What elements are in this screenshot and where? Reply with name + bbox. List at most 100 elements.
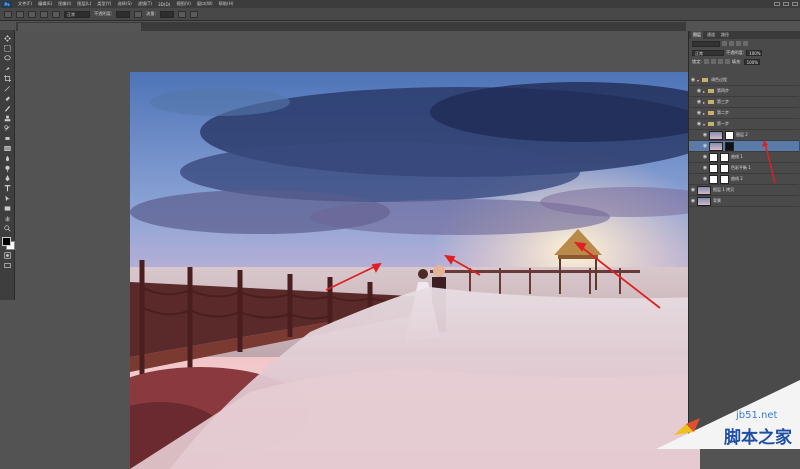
brush-tool-icon[interactable] xyxy=(3,104,12,112)
pressure-opacity-button[interactable] xyxy=(134,10,143,18)
lasso-tool-icon[interactable] xyxy=(3,54,12,62)
history-brush-tool-icon[interactable] xyxy=(3,124,12,132)
eraser-tool-icon[interactable] xyxy=(3,134,12,142)
lock-transparent-icon[interactable] xyxy=(703,59,709,64)
path-select-tool-icon[interactable] xyxy=(3,194,12,202)
screen-mode-icon[interactable] xyxy=(3,261,12,269)
layer-group-row[interactable]: ◉ ▾ 第一步 xyxy=(689,119,799,130)
brush-preset-button[interactable] xyxy=(16,10,24,18)
layer-name: 第三步 xyxy=(717,99,729,104)
hand-tool-icon[interactable] xyxy=(3,214,12,222)
blend-row: 正常 不透明度: 100% xyxy=(689,48,800,57)
lock-pixels-icon[interactable] xyxy=(710,59,716,64)
menu-layer[interactable]: 图层(L) xyxy=(74,1,94,7)
option-toggle-button[interactable] xyxy=(40,10,48,18)
color-swatches[interactable] xyxy=(1,237,15,250)
maximize-icon[interactable] xyxy=(783,2,789,6)
flow-input[interactable] xyxy=(159,10,174,18)
adjustment-layer-row[interactable]: ◉ 曲线 2 xyxy=(689,174,799,185)
menu-type[interactable]: 类型(Y) xyxy=(94,1,114,7)
visibility-eye-icon[interactable]: ◉ xyxy=(701,132,709,138)
option-toggle-button-2[interactable] xyxy=(52,10,60,18)
menu-file[interactable]: 文件(F) xyxy=(15,1,35,7)
brush-panel-button[interactable] xyxy=(28,10,36,18)
filter-adjust-icon[interactable] xyxy=(729,41,734,46)
visibility-eye-icon[interactable]: ◉ xyxy=(689,77,697,83)
lock-all-icon[interactable] xyxy=(724,59,730,64)
tool-preset-button[interactable] xyxy=(4,10,12,18)
marquee-tool-icon[interactable] xyxy=(3,44,12,52)
foreground-color-swatch[interactable] xyxy=(1,237,11,246)
menu-help[interactable]: 帮助(H) xyxy=(216,1,237,7)
menu-view[interactable]: 视图(V) xyxy=(173,1,194,7)
layer-group-row[interactable]: ◉ ▸ 第三步 xyxy=(689,97,799,108)
dodge-tool-icon[interactable] xyxy=(3,164,12,172)
visibility-eye-icon[interactable]: ◉ xyxy=(701,143,709,149)
layer-thumbnail xyxy=(697,196,711,206)
canvas-area[interactable] xyxy=(16,31,700,469)
visibility-eye-icon[interactable]: ◉ xyxy=(701,165,709,171)
opacity-input[interactable] xyxy=(116,10,131,18)
clone-stamp-tool-icon[interactable] xyxy=(3,114,12,122)
close-icon[interactable] xyxy=(792,2,798,6)
menu-filter[interactable]: 滤镜(T) xyxy=(135,1,155,7)
visibility-eye-icon[interactable]: ◉ xyxy=(695,88,703,94)
layer-row-selected[interactable]: ◉ xyxy=(689,141,799,152)
layer-mask-thumbnail[interactable] xyxy=(720,174,729,184)
tab-layers[interactable]: 图层 xyxy=(691,31,703,39)
layer-mask-thumbnail[interactable] xyxy=(720,163,729,173)
layer-thumbnail xyxy=(697,185,711,195)
shape-tool-icon[interactable] xyxy=(3,204,12,212)
visibility-eye-icon[interactable]: ◉ xyxy=(689,198,697,204)
pressure-size-button[interactable] xyxy=(189,10,198,18)
layer-filter-select[interactable] xyxy=(692,40,720,47)
quick-mask-icon[interactable] xyxy=(3,251,12,259)
blend-mode-select[interactable]: 正常 xyxy=(64,10,90,18)
zoom-tool-icon[interactable] xyxy=(3,224,12,232)
layer-mask-thumbnail[interactable] xyxy=(725,141,734,151)
filter-pixel-icon[interactable] xyxy=(722,41,727,46)
tab-paths[interactable]: 路径 xyxy=(719,31,731,39)
layer-group-row[interactable]: ◉ ▸ 第四步 xyxy=(689,86,799,97)
menu-select[interactable]: 选择(S) xyxy=(114,1,134,7)
adjustment-layer-row[interactable]: ◉ 曲线 1 xyxy=(689,152,799,163)
filter-type-icon[interactable] xyxy=(736,41,741,46)
minimize-icon[interactable] xyxy=(774,2,780,6)
adjustment-layer-row[interactable]: ◉ 色彩平衡 1 xyxy=(689,163,799,174)
airbrush-button[interactable] xyxy=(177,10,186,18)
fill-input[interactable]: 100% xyxy=(743,58,760,65)
pen-tool-icon[interactable] xyxy=(3,174,12,182)
menu-3d[interactable]: 3D(D) xyxy=(155,2,173,7)
blur-tool-icon[interactable] xyxy=(3,154,12,162)
visibility-eye-icon[interactable]: ◉ xyxy=(695,121,703,127)
layer-mask-thumbnail[interactable] xyxy=(720,152,729,162)
visibility-eye-icon[interactable]: ◉ xyxy=(695,99,703,105)
gradient-tool-icon[interactable] xyxy=(3,144,12,152)
visibility-eye-icon[interactable]: ◉ xyxy=(701,154,709,160)
visibility-eye-icon[interactable]: ◉ xyxy=(689,187,697,193)
healing-brush-tool-icon[interactable] xyxy=(3,94,12,102)
layer-group-row[interactable]: ◉ ▾ 调色过程 xyxy=(689,75,799,86)
lock-position-icon[interactable] xyxy=(717,59,723,64)
layer-mask-thumbnail[interactable] xyxy=(725,130,734,140)
quick-select-tool-icon[interactable] xyxy=(3,64,12,72)
layer-group-row[interactable]: ◉ ▸ 第二步 xyxy=(689,108,799,119)
layer-row[interactable]: ◉ 图层 2 xyxy=(689,130,799,141)
move-tool-icon[interactable] xyxy=(3,34,12,42)
menu-window[interactable]: 窗口(W) xyxy=(194,1,216,7)
opacity-input[interactable]: 100% xyxy=(746,49,763,56)
crop-tool-icon[interactable] xyxy=(3,74,12,82)
background-layer-row[interactable]: ◉ 背景 xyxy=(689,196,799,207)
type-tool-icon[interactable] xyxy=(3,184,12,192)
eyedropper-tool-icon[interactable] xyxy=(3,84,12,92)
folder-icon xyxy=(702,78,708,82)
visibility-eye-icon[interactable]: ◉ xyxy=(701,176,709,182)
tab-channels[interactable]: 通道 xyxy=(705,31,717,39)
blend-mode-select[interactable]: 正常 xyxy=(692,49,724,56)
document-tab[interactable] xyxy=(18,23,141,31)
layer-row[interactable]: ◉ 图层 1 拷贝 xyxy=(689,185,799,196)
visibility-eye-icon[interactable]: ◉ xyxy=(695,110,703,116)
menu-image[interactable]: 图像(I) xyxy=(55,1,74,7)
menu-edit[interactable]: 编辑(E) xyxy=(35,1,55,7)
filter-shape-icon[interactable] xyxy=(743,41,748,46)
